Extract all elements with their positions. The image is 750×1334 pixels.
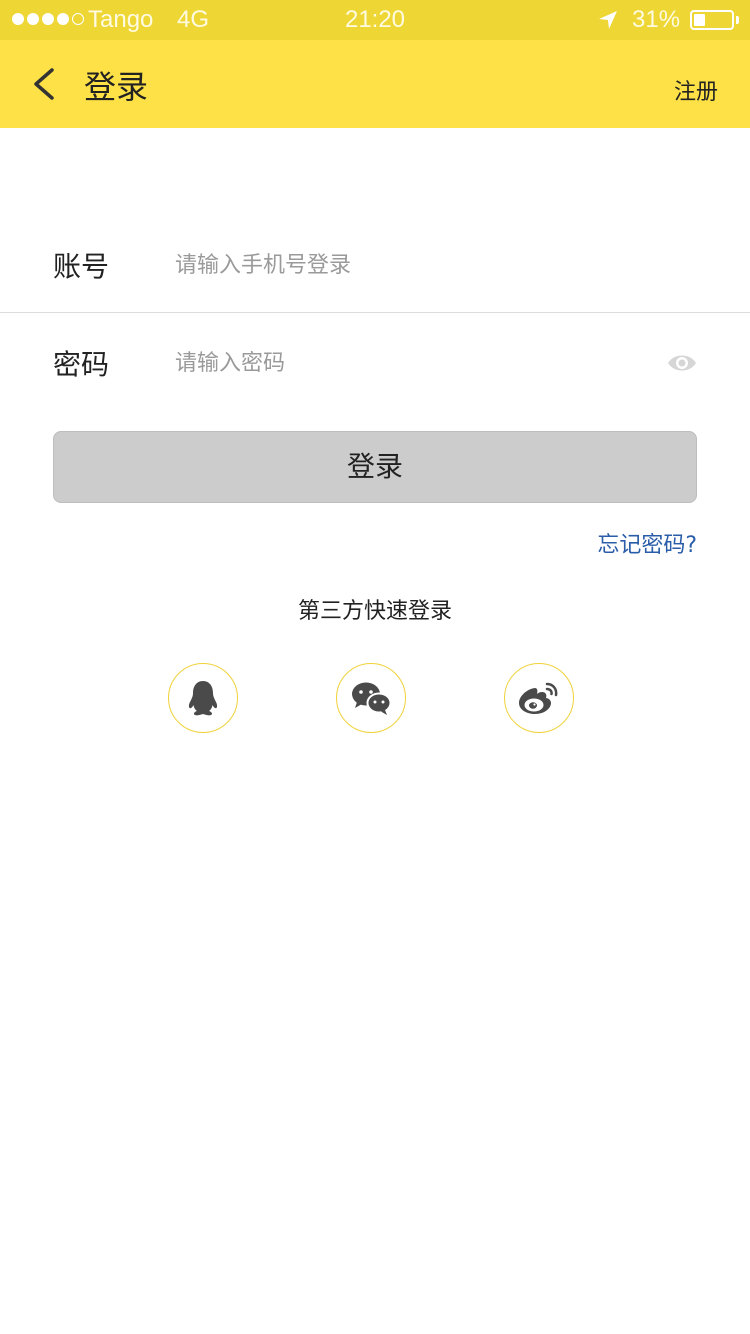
password-input[interactable] (175, 343, 645, 383)
battery-icon (690, 10, 734, 30)
status-bar: Tango 4G 21:20 31% (0, 0, 750, 40)
register-link[interactable]: 注册 (674, 74, 718, 106)
account-row: 账号 (0, 215, 750, 313)
password-label: 密码 (53, 348, 110, 381)
password-row: 密码 (0, 313, 750, 411)
account-label: 账号 (53, 250, 110, 283)
location-arrow-icon (599, 11, 617, 29)
nav-bar: 登录 注册 (0, 40, 750, 128)
page-title: 登录 (84, 68, 149, 106)
weibo-icon (519, 682, 558, 714)
qq-icon (188, 681, 218, 716)
weibo-login-button[interactable] (504, 663, 574, 733)
login-button[interactable]: 登录 (53, 431, 697, 503)
third-party-login-title: 第三方快速登录 (297, 599, 452, 624)
battery-level (694, 14, 705, 26)
account-input[interactable] (175, 245, 645, 285)
wechat-icon (352, 682, 392, 715)
forgot-password-link[interactable]: 忘记密码? (597, 527, 697, 559)
chevron-left-icon[interactable] (28, 64, 58, 104)
wechat-login-button[interactable] (336, 663, 406, 733)
eye-icon[interactable] (666, 351, 698, 375)
battery-percent: 31% (632, 6, 681, 33)
qq-login-button[interactable] (168, 663, 238, 733)
